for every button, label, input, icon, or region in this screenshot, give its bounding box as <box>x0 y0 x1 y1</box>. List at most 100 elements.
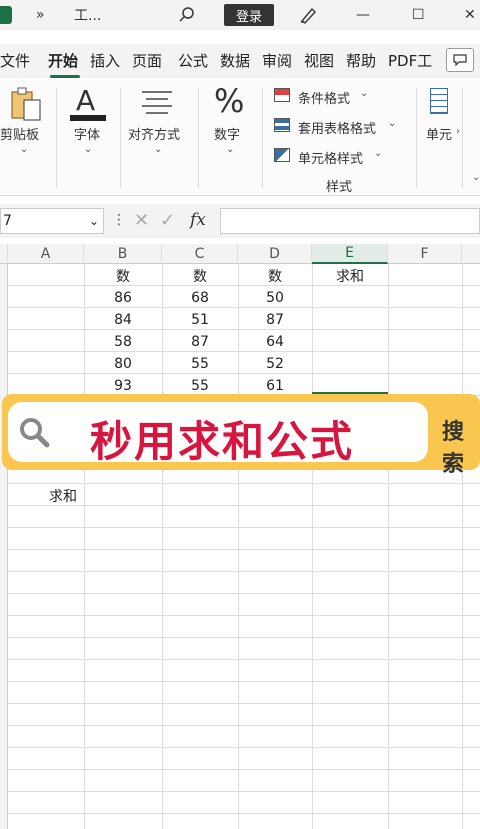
maximize-button[interactable]: ☐ <box>412 0 425 30</box>
tab-review[interactable]: 审阅 <box>262 50 292 71</box>
chevron-down-icon[interactable]: ⌄ <box>388 118 396 129</box>
more-dots-icon[interactable]: ⋮ <box>112 212 126 228</box>
align-icon[interactable] <box>140 88 174 120</box>
name-box-value: 7 <box>3 213 12 229</box>
menu-bar: 文件 开始 插入 页面 公式 数据 审阅 视图 帮助 PDF工 <box>0 44 480 78</box>
confirm-icon[interactable]: ✓ <box>160 210 175 231</box>
column-header-f[interactable]: F <box>388 244 462 264</box>
cell-d4[interactable]: 64 <box>238 331 312 353</box>
cell-b3[interactable]: 84 <box>84 309 162 331</box>
cell-c2[interactable]: 68 <box>162 287 238 309</box>
paste-icon[interactable] <box>8 86 42 126</box>
tab-insert[interactable]: 插入 <box>90 50 120 71</box>
tab-home[interactable]: 开始 <box>48 50 78 71</box>
divider <box>120 88 121 188</box>
chevron-right-icon[interactable]: › <box>456 126 460 137</box>
chevron-down-icon[interactable]: ⌄ <box>374 148 382 159</box>
styles-group-label: 样式 <box>326 180 353 195</box>
cells-icon[interactable] <box>430 88 448 114</box>
cell-a10[interactable]: 求和 <box>8 485 118 507</box>
column-header-a[interactable]: A <box>8 244 84 264</box>
login-button[interactable]: 登录 <box>224 4 274 26</box>
chevron-down-icon[interactable]: ⌄ <box>360 88 368 99</box>
grid-line <box>312 264 313 829</box>
minimize-button[interactable]: — <box>356 0 370 30</box>
conditional-format-button[interactable]: 条件格式 <box>298 88 350 107</box>
cell-b5[interactable]: 80 <box>84 353 162 375</box>
search-box[interactable]: 秒用求和公式 <box>8 402 428 466</box>
grid-line <box>462 264 463 829</box>
search-query-text: 秒用求和公式 <box>90 417 355 466</box>
pen-icon[interactable] <box>298 0 318 30</box>
cells-label[interactable]: 单元 <box>426 124 452 143</box>
table-format-button[interactable]: 套用表格格式 <box>298 118 376 137</box>
clipboard-label[interactable]: 剪贴板 <box>0 124 39 143</box>
font-color-icon[interactable]: A <box>68 84 108 126</box>
search-banner[interactable]: 秒用求和公式 搜索 <box>2 394 480 477</box>
divider <box>262 88 263 188</box>
tab-view[interactable]: 视图 <box>304 50 334 71</box>
number-label[interactable]: 数字 <box>214 124 240 143</box>
search-button[interactable]: 搜索 <box>442 414 480 478</box>
divider <box>56 88 57 188</box>
column-header-d[interactable]: D <box>238 244 312 264</box>
percent-icon[interactable]: % <box>214 82 244 120</box>
align-label[interactable]: 对齐方式 <box>128 124 180 143</box>
cell-c4[interactable]: 87 <box>162 331 238 353</box>
search-icon <box>18 416 50 452</box>
chevron-down-icon[interactable]: ⌄ <box>472 172 480 183</box>
name-box[interactable]: 7 ⌄ <box>0 208 104 234</box>
cell-c3[interactable]: 51 <box>162 309 238 331</box>
ribbon: 剪贴板 ⌄ A 字体 ⌄ 对齐方式 ⌄ % 数字 ⌄ 条件格式 ⌄ 套用表格格式… <box>0 80 480 196</box>
window-title: 工... <box>74 8 102 24</box>
formula-bar: 7 ⌄ ⋮ ✕ ✓ fx <box>0 204 480 238</box>
chevron-down-icon[interactable]: ⌄ <box>226 144 234 155</box>
worksheet-grid[interactable]: 数 数 数 求和 86 68 50 84 51 87 58 87 64 80 5… <box>0 264 480 829</box>
chevron-down-icon[interactable]: ⌄ <box>154 144 162 155</box>
chevron-down-icon[interactable]: ⌄ <box>84 144 92 155</box>
cell-d2[interactable]: 50 <box>238 287 312 309</box>
cell-d5[interactable]: 52 <box>238 353 312 375</box>
column-header-b[interactable]: B <box>84 244 162 264</box>
comment-icon[interactable] <box>446 48 474 72</box>
cancel-icon[interactable]: ✕ <box>134 210 149 231</box>
divider <box>198 88 199 188</box>
excel-logo-icon <box>0 6 12 24</box>
cell-c1[interactable]: 数 <box>162 265 238 287</box>
conditional-format-icon <box>274 88 290 102</box>
grid-line <box>388 264 389 829</box>
cell-c5[interactable]: 55 <box>162 353 238 375</box>
select-all-corner[interactable] <box>0 244 8 264</box>
divider <box>416 88 417 188</box>
more-icon[interactable]: » <box>36 0 45 30</box>
fx-icon[interactable]: fx <box>190 210 206 230</box>
font-label[interactable]: 字体 <box>74 124 100 143</box>
cell-e1[interactable]: 求和 <box>312 265 388 287</box>
cell-b4[interactable]: 58 <box>84 331 162 353</box>
tab-help[interactable]: 帮助 <box>346 50 376 71</box>
chevron-down-icon[interactable]: ⌄ <box>89 214 99 228</box>
column-header-e[interactable]: E <box>312 244 388 264</box>
row-headers[interactable] <box>0 264 8 829</box>
formula-input[interactable] <box>220 208 480 234</box>
svg-text:A: A <box>76 84 95 117</box>
tab-page-layout[interactable]: 页面 <box>132 50 162 71</box>
cell-style-button[interactable]: 单元格样式 <box>298 148 363 167</box>
close-button[interactable]: ✕ <box>464 0 476 30</box>
tab-data[interactable]: 数据 <box>220 50 250 71</box>
tab-file[interactable]: 文件 <box>0 50 30 71</box>
cell-d1[interactable]: 数 <box>238 265 312 287</box>
column-headers: A B C D E F <box>0 244 480 264</box>
tab-pdf[interactable]: PDF工 <box>388 50 432 71</box>
title-bar: » 工... 登录 — ☐ ✕ <box>0 0 480 30</box>
cell-b2[interactable]: 86 <box>84 287 162 309</box>
search-icon[interactable] <box>178 0 196 30</box>
chevron-down-icon[interactable]: ⌄ <box>20 144 28 155</box>
column-header-c[interactable]: C <box>162 244 238 264</box>
cell-b1[interactable]: 数 <box>84 265 162 287</box>
active-tab-indicator <box>50 75 80 78</box>
cell-d3[interactable]: 87 <box>238 309 312 331</box>
tab-formulas[interactable]: 公式 <box>178 50 208 71</box>
divider <box>462 88 463 188</box>
table-format-icon <box>274 118 290 132</box>
